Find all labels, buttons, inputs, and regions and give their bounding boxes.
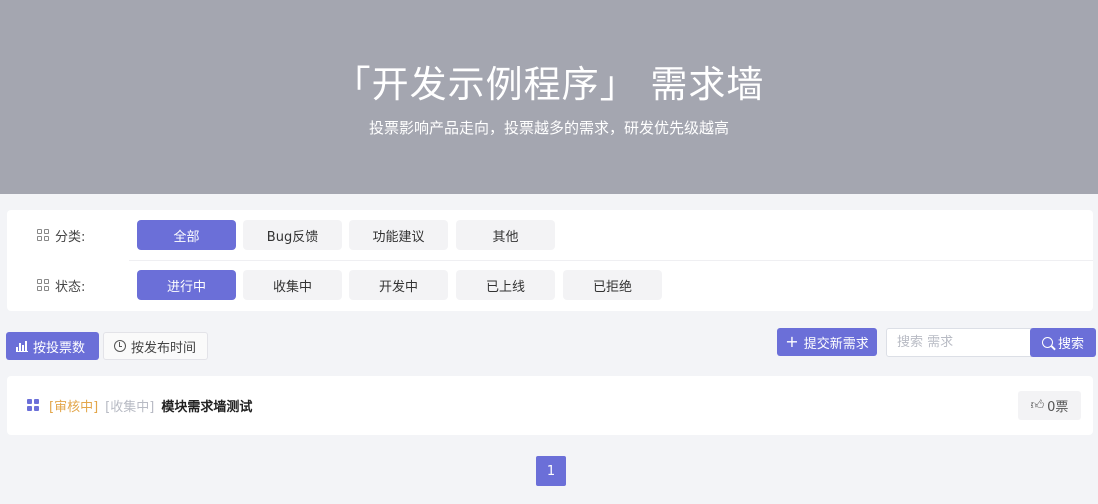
sort-by-votes-label: 按投票数	[33, 340, 86, 356]
category-label-text: 分类:	[55, 230, 86, 245]
status-label-text: 状态:	[55, 280, 86, 295]
status-chip-developing[interactable]: 开发中	[349, 270, 448, 300]
search-icon	[1041, 337, 1053, 348]
status-chip-released[interactable]: 已上线	[456, 270, 555, 300]
vote-count: 0票	[1047, 400, 1069, 415]
request-list-item[interactable]: [审核中] [收集中] 模块需求墙测试 👍︎ 0票	[7, 376, 1093, 435]
pagination-page-1[interactable]: 1	[536, 456, 566, 486]
sort-by-time-label: 按发布时间	[131, 340, 197, 356]
category-chip-all[interactable]: 全部	[137, 220, 236, 250]
request-line: [审核中] [收集中] 模块需求墙测试	[49, 396, 252, 415]
apps-icon	[27, 399, 39, 411]
vote-button[interactable]: 👍︎ 0票	[1018, 391, 1081, 420]
category-label: 分类:	[37, 226, 85, 245]
category-chip-bug[interactable]: Bug反馈	[243, 220, 342, 250]
grid-icon	[37, 279, 50, 292]
status-chip-rejected[interactable]: 已拒绝	[563, 270, 662, 300]
review-status-tag: [审核中]	[49, 400, 99, 415]
hero-banner: 「开发示例程序」 需求墙 投票影响产品走向，投票越多的需求，研发优先级越高	[0, 0, 1098, 194]
submit-request-label: 提交新需求	[803, 336, 869, 352]
status-label: 状态:	[37, 276, 85, 295]
plus-icon: +	[785, 332, 799, 351]
category-chip-other[interactable]: 其他	[456, 220, 555, 250]
status-chip-in-progress[interactable]: 进行中	[137, 270, 236, 300]
search-button[interactable]: 搜索	[1030, 328, 1096, 357]
thumbs-up-icon: 👍︎	[1030, 398, 1045, 413]
grid-icon	[37, 229, 50, 242]
page-subtitle: 投票影响产品走向，投票越多的需求，研发优先级越高	[368, 119, 729, 137]
page-title: 「开发示例程序」 需求墙	[333, 63, 765, 106]
search-input[interactable]	[886, 328, 1032, 357]
sort-by-time-button[interactable]: 按发布时间	[103, 332, 208, 360]
stage-tag: [收集中]	[105, 400, 155, 415]
status-filter-row: 状态: 进行中 收集中 开发中 已上线 已拒绝	[7, 260, 1093, 310]
filter-panel: 分类: 全部 Bug反馈 功能建议 其他 状态: 进行中 收集中 开发中 已上线…	[7, 210, 1093, 311]
sort-by-votes-button[interactable]: 按投票数	[6, 332, 99, 360]
category-chip-feature[interactable]: 功能建议	[349, 220, 448, 250]
clock-icon	[114, 340, 126, 352]
category-filter-row: 分类: 全部 Bug反馈 功能建议 其他	[7, 210, 1093, 260]
bar-chart-icon	[16, 340, 28, 352]
search-button-label: 搜索	[1057, 337, 1084, 352]
request-title[interactable]: 模块需求墙测试	[161, 396, 252, 415]
status-chip-collecting[interactable]: 收集中	[243, 270, 342, 300]
submit-request-button[interactable]: + 提交新需求	[777, 328, 877, 356]
